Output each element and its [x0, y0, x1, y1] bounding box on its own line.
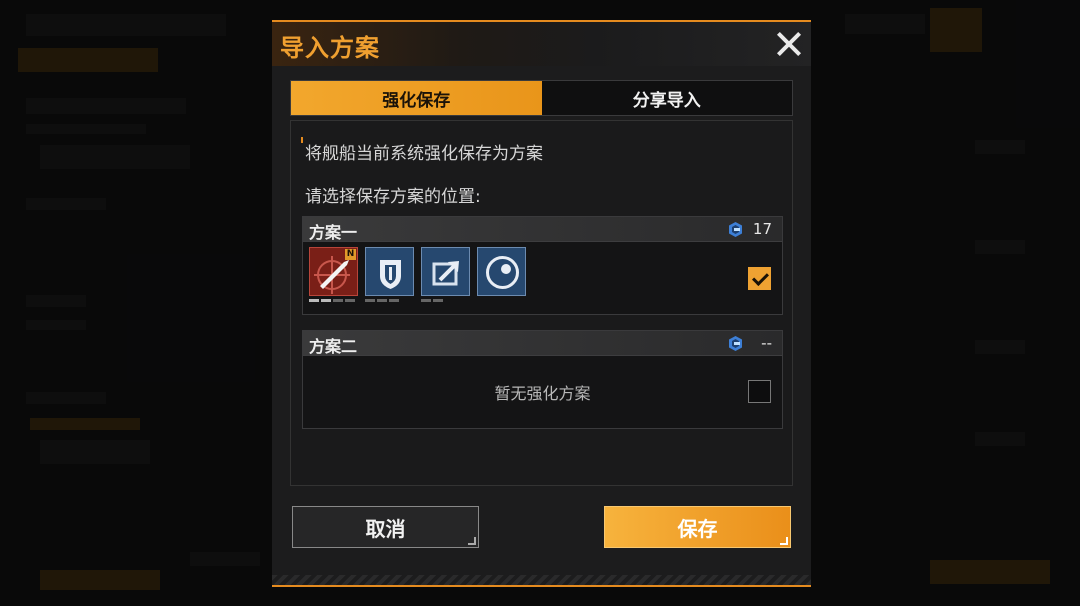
close-icon[interactable] [773, 28, 805, 60]
target-scope-icon[interactable] [477, 247, 526, 296]
tab-enhance-save[interactable]: 强化保存 [291, 81, 542, 115]
missile-icon[interactable]: N [309, 247, 358, 296]
slot-row: N [309, 247, 526, 296]
corner-mark [468, 537, 476, 545]
panel-accent-mark [301, 137, 303, 143]
footer-stripe [272, 575, 811, 585]
dialog-title: 导入方案 [280, 34, 380, 62]
tab-bar: 强化保存 分享导入 [290, 80, 793, 116]
corner-mark [780, 537, 788, 545]
chip-icon [729, 336, 742, 351]
import-plan-dialog: 导入方案 强化保存 分享导入 将舰船当前系统强化保存为方案 请选择保存方案的位置… [272, 20, 811, 587]
save-button[interactable]: 保存 [604, 506, 791, 548]
dialog-header: 导入方案 [272, 22, 811, 66]
prompt-text: 请选择保存方案的位置: [305, 187, 481, 207]
empty-plan-text: 暂无强化方案 [494, 384, 591, 403]
new-badge: N [345, 249, 356, 260]
plan-card-1[interactable]: 方案一 17 N [302, 216, 783, 315]
plan-2-checkbox[interactable] [748, 380, 771, 403]
description-text: 将舰船当前系统强化保存为方案 [305, 144, 543, 164]
save-label: 保存 [677, 516, 718, 541]
slot-levels [309, 299, 526, 302]
chip-icon [729, 222, 742, 237]
cancel-button[interactable]: 取消 [292, 506, 479, 548]
plan-count: 17 [752, 220, 772, 238]
arrow-upgrade-icon[interactable] [421, 247, 470, 296]
plan-1-checkbox[interactable] [748, 267, 771, 290]
cancel-label: 取消 [365, 516, 406, 541]
plan-count: -- [761, 334, 772, 352]
plan-name: 方案一 [309, 223, 358, 242]
tab-share-import[interactable]: 分享导入 [541, 81, 792, 115]
plan-name: 方案二 [309, 337, 358, 356]
plan-panel: 将舰船当前系统强化保存为方案 请选择保存方案的位置: 方案一 17 N 方案二 … [290, 120, 793, 486]
shield-icon[interactable] [365, 247, 414, 296]
plan-header: 方案一 17 [303, 217, 782, 242]
plan-header: 方案二 -- [303, 331, 782, 356]
plan-card-2[interactable]: 方案二 -- 暂无强化方案 [302, 330, 783, 429]
